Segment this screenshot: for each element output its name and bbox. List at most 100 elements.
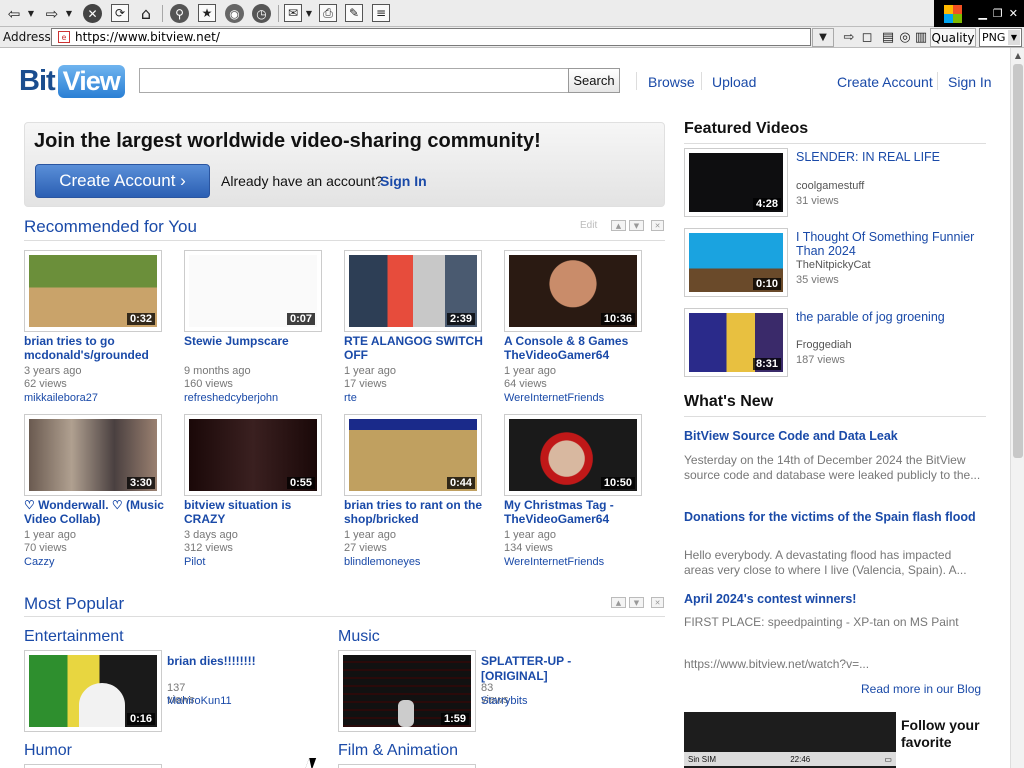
recommended-video[interactable]: 0:44 brian tries to rant on the shop/bri… xyxy=(344,414,494,568)
recommended-video[interactable]: 0:32 brian tries to go mcdonald's/ground… xyxy=(24,250,174,404)
video-thumbnail[interactable]: 4:28 xyxy=(689,153,783,212)
video-thumbnail[interactable]: 10:36 xyxy=(509,255,637,327)
scroll-up-icon[interactable]: ▲ xyxy=(1011,48,1024,62)
recommended-video[interactable]: 3:30 ♡ Wonderwall. ♡ (Music Video Collab… xyxy=(24,414,174,568)
video-thumbnail[interactable]: 0:44 xyxy=(349,419,477,491)
forward-icon[interactable]: ⇨ xyxy=(42,3,62,24)
video-thumbnail[interactable]: 8:31 xyxy=(689,313,783,372)
video-thumbnail[interactable]: 2:39 xyxy=(349,255,477,327)
format-select[interactable]: PNG ▼ xyxy=(979,28,1022,47)
video-thumbnail[interactable]: 0:10 xyxy=(689,233,783,292)
scrollbar[interactable]: ▲ xyxy=(1010,48,1024,768)
page-tools-icon[interactable]: ▤ xyxy=(880,28,896,47)
recommended-video[interactable]: 10:50 My Christmas Tag - TheVideoGamer64… xyxy=(504,414,654,568)
clipboard-icon[interactable]: ▥ xyxy=(914,28,928,47)
video-user[interactable]: MahiroKun11 xyxy=(167,695,232,707)
video-thumbnail[interactable]: 10:50 xyxy=(509,419,637,491)
recommended-video[interactable]: 0:55 bitview situation is CRAZY 3 days a… xyxy=(184,414,334,568)
read-more-link[interactable]: Read more in our Blog xyxy=(861,682,981,696)
go-icon[interactable]: ⇨ xyxy=(840,28,858,47)
favorites-icon[interactable]: ★ xyxy=(198,4,216,22)
quality-button[interactable]: Quality xyxy=(930,28,976,47)
scroll-thumb[interactable] xyxy=(1013,64,1023,458)
sign-in-link[interactable]: Sign In xyxy=(948,74,992,90)
popular-close-icon[interactable]: ✕ xyxy=(651,597,664,608)
video-title[interactable]: ♡ Wonderwall. ♡ (Music Video Collab) xyxy=(24,498,174,526)
news-title[interactable]: BitView Source Code and Data Leak xyxy=(684,429,984,444)
mail-icon[interactable]: ✉ xyxy=(284,4,302,22)
featured-video[interactable]: 8:31 the parable of jog groening Frogged… xyxy=(684,308,986,378)
video-title[interactable]: the parable of jog groening xyxy=(796,310,986,324)
featured-video[interactable]: 0:10 I Thought Of Something Funnier Than… xyxy=(684,228,986,298)
binoculars-icon[interactable]: ◎ xyxy=(897,28,913,47)
forward-dropdown-icon[interactable]: ▼ xyxy=(64,3,74,24)
video-thumbnail[interactable]: 0:55 xyxy=(189,419,317,491)
video-title[interactable]: Stewie Jumpscare xyxy=(184,334,334,348)
close-window-icon[interactable]: ✕ xyxy=(1009,7,1018,20)
mail-dropdown-icon[interactable]: ▼ xyxy=(304,3,314,24)
video-title[interactable]: SPLATTER-UP - [ORIGINAL] xyxy=(481,654,621,684)
video-title[interactable]: I Thought Of Something Funnier Than 2024 xyxy=(796,230,986,258)
video-title[interactable]: brian dies!!!!!!!! xyxy=(167,654,307,669)
video-thumbnail[interactable]: 0:32 xyxy=(29,255,157,327)
back-dropdown-icon[interactable]: ▼ xyxy=(26,3,36,24)
page-icon[interactable]: ≡ xyxy=(372,4,390,22)
video-title[interactable]: A Console & 8 Games TheVideoGamer64 xyxy=(504,334,654,362)
address-dropdown-icon[interactable]: ▼ xyxy=(812,28,834,47)
edit-link[interactable]: Edit xyxy=(580,220,597,231)
category-humor[interactable]: Humor xyxy=(24,742,72,760)
news-title[interactable]: April 2024's contest winners! xyxy=(684,592,984,607)
video-user[interactable]: TheNitpickyCat xyxy=(796,259,871,271)
reload-icon[interactable]: ⟳ xyxy=(111,4,129,22)
video-user[interactable]: refreshedcyberjohn xyxy=(184,392,334,404)
video-title[interactable]: brian tries to rant on the shop/bricked xyxy=(344,498,494,526)
video-title[interactable]: My Christmas Tag - TheVideoGamer64 xyxy=(504,498,654,526)
back-icon[interactable]: ⇦ xyxy=(4,3,24,24)
video-title[interactable]: bitview situation is CRAZY xyxy=(184,498,334,526)
recommended-video[interactable]: 0:07 Stewie Jumpscare 9 months ago 160 v… xyxy=(184,250,334,404)
close-section-icon[interactable]: ✕ xyxy=(651,220,664,231)
video-user[interactable]: mikkailebora27 xyxy=(24,392,174,404)
video-user[interactable]: blindlemoneyes xyxy=(344,556,494,568)
move-up-icon[interactable]: ▲ xyxy=(611,220,626,231)
join-sign-in-link[interactable]: Sign In xyxy=(380,173,427,189)
recommended-video[interactable]: 10:36 A Console & 8 Games TheVideoGamer6… xyxy=(504,250,654,404)
video-user[interactable]: Starrybits xyxy=(481,695,527,707)
home-icon[interactable]: ⌂ xyxy=(136,3,156,24)
category-music[interactable]: Music xyxy=(338,628,380,646)
video-title[interactable]: RTE ALANGOG SWITCH OFF xyxy=(344,334,494,362)
url-field[interactable]: e https://www.bitview.net/ xyxy=(51,28,811,46)
video-title[interactable]: brian tries to go mcdonald's/grounded xyxy=(24,334,174,362)
create-account-link[interactable]: Create Account xyxy=(837,74,933,90)
ad-banner[interactable]: Sin SIM 22:46 ▭ Follow your favorite xyxy=(684,712,984,768)
recommended-video[interactable]: 2:39 RTE ALANGOG SWITCH OFF 1 year ago 1… xyxy=(344,250,494,404)
video-user[interactable]: Cazzy xyxy=(24,556,174,568)
url-text[interactable]: https://www.bitview.net/ xyxy=(75,30,220,44)
stop-icon[interactable]: ✕ xyxy=(83,4,102,23)
video-title[interactable]: SLENDER: IN REAL LIFE xyxy=(796,150,986,164)
edit-icon[interactable]: ✎ xyxy=(345,4,363,22)
featured-video[interactable]: 4:28 SLENDER: IN REAL LIFE coolgamestuff… xyxy=(684,148,986,218)
bookmark-icon[interactable]: ◻ xyxy=(860,28,874,47)
restore-icon[interactable]: ❐ xyxy=(993,7,1003,20)
nav-browse[interactable]: Browse xyxy=(648,74,695,90)
video-user[interactable]: WereInternetFriends xyxy=(504,556,654,568)
video-user[interactable]: coolgamestuff xyxy=(796,180,864,192)
category-entertainment[interactable]: Entertainment xyxy=(24,628,124,646)
history-icon[interactable]: ◷ xyxy=(252,4,271,23)
nav-upload[interactable]: Upload xyxy=(712,74,756,90)
create-account-button[interactable]: Create Account › xyxy=(35,164,210,198)
video-user[interactable]: Pilot xyxy=(184,556,334,568)
video-user[interactable]: rte xyxy=(344,392,494,404)
minimize-icon[interactable]: ▁ xyxy=(978,7,986,20)
news-link[interactable]: https://www.bitview.net/watch?v=... xyxy=(684,657,984,672)
video-thumbnail[interactable]: 1:59 xyxy=(343,655,471,727)
search-icon[interactable]: ⚲ xyxy=(170,4,189,23)
video-user[interactable]: WereInternetFriends xyxy=(504,392,654,404)
search-input[interactable] xyxy=(139,68,569,93)
print-icon[interactable]: ⎙ xyxy=(319,4,337,22)
popular-move-down-icon[interactable]: ▼ xyxy=(629,597,644,608)
category-film-animation[interactable]: Film & Animation xyxy=(338,742,458,760)
format-dropdown-icon[interactable]: ▼ xyxy=(1008,30,1020,45)
video-user[interactable]: Froggediah xyxy=(796,339,852,351)
